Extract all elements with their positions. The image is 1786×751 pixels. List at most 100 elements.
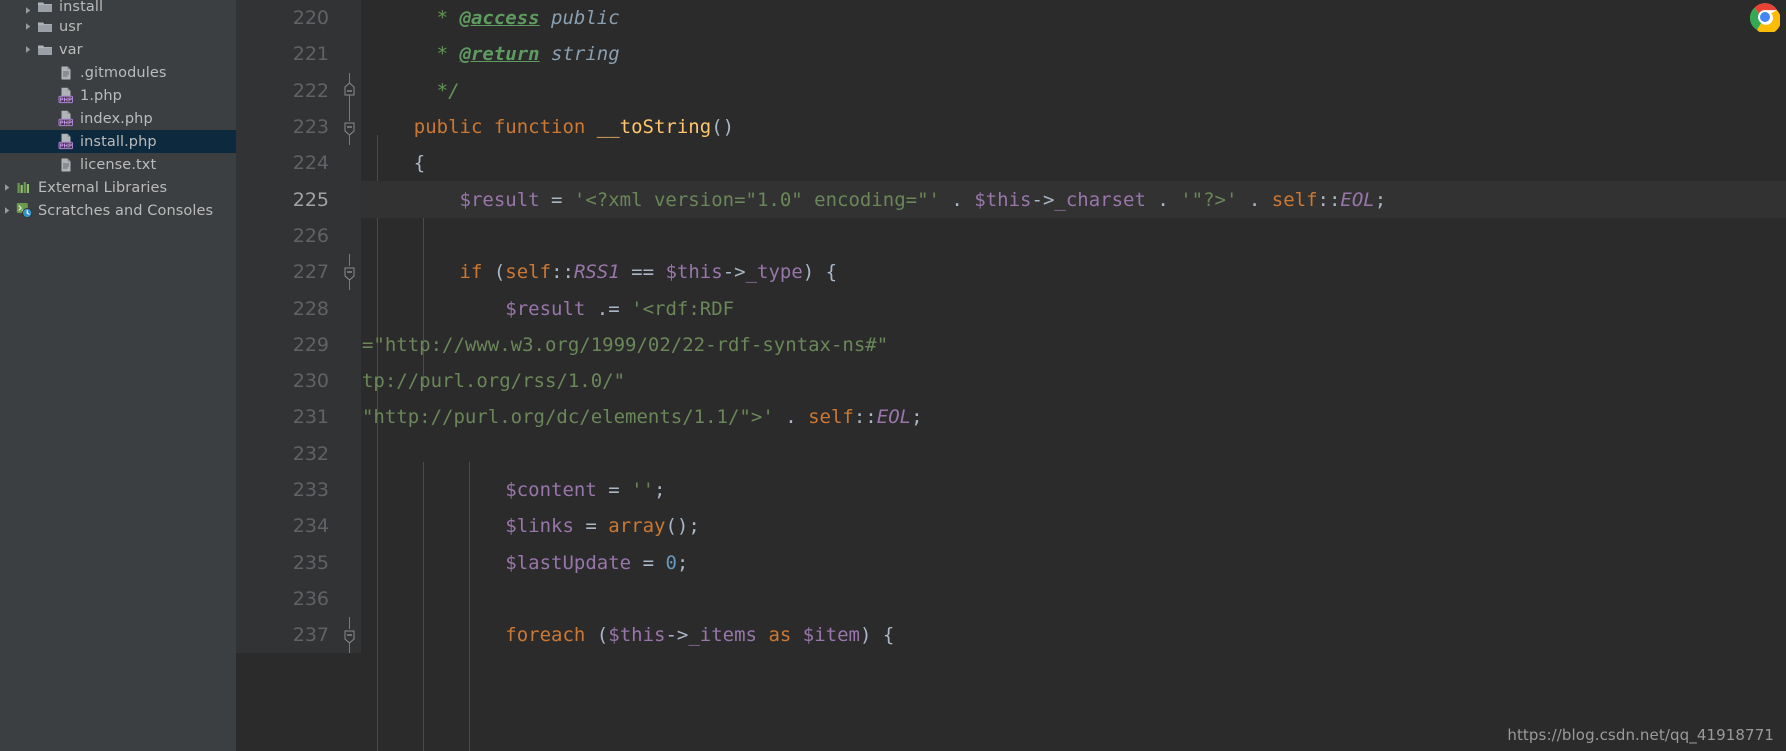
- code-token: */: [368, 79, 460, 102]
- code-token: ::: [1317, 188, 1341, 211]
- code-text: xmlns:dc="http://purl.org/dc/elements/1.…: [259, 406, 1786, 428]
- line-number: 232: [236, 435, 339, 472]
- code-line-237[interactable]: 237 foreach ($this->_items as $item) {: [236, 617, 1786, 654]
- code-line-229[interactable]: 229 xmlns:rdf="http://www.w3.org/1999/02/…: [236, 326, 1786, 363]
- line-number: 237: [236, 617, 339, 654]
- tree-item-scratches-and-consoles[interactable]: Scratches and Consoles: [0, 199, 236, 222]
- code-token: ::: [853, 406, 877, 429]
- fold-column: [339, 471, 361, 509]
- code-text: xmlns="http://purl.org/rss/1.0/": [259, 370, 1786, 392]
- tree-item-gitmodules[interactable]: .gitmodules: [0, 61, 236, 84]
- tree-item-usr[interactable]: usr: [0, 15, 236, 38]
- tree-item-external-libraries[interactable]: External Libraries: [0, 176, 236, 199]
- code-fold-marker-icon[interactable]: [339, 72, 361, 109]
- php-file-icon: PHP: [56, 133, 76, 150]
- code-line-222[interactable]: 222 */: [236, 72, 1786, 109]
- fold-column: [339, 217, 361, 255]
- fold-column: [339, 399, 361, 436]
- code-fold-marker-icon[interactable]: [339, 617, 361, 654]
- tree-item-install[interactable]: install: [0, 0, 236, 15]
- tree-item-index-php[interactable]: PHP index.php: [0, 107, 236, 130]
- tree-item-install-php[interactable]: PHP install.php: [0, 130, 236, 153]
- code-line-224[interactable]: 224 {: [236, 145, 1786, 182]
- code-token: $content: [505, 479, 597, 501]
- fold-column: [339, 544, 361, 581]
- fold-column: [339, 580, 361, 618]
- code-token: (: [585, 624, 609, 647]
- code-line-225[interactable]: 225 $result = '<?xml version="1.0" encod…: [236, 181, 1786, 218]
- tree-item-label: install: [59, 0, 104, 15]
- chrome-browser-icon[interactable]: [1750, 2, 1780, 32]
- code-token: $links: [505, 515, 574, 538]
- code-token: @return: [459, 43, 540, 66]
- tree-item-label: install.php: [80, 133, 157, 150]
- tree-item-label: External Libraries: [38, 179, 168, 196]
- tree-item-label: index.php: [80, 110, 153, 127]
- code-token: ::: [551, 261, 574, 284]
- project-tree[interactable]: install usr var .gitmodules PHP 1.php PHP index…: [0, 0, 236, 222]
- line-number: 228: [236, 290, 339, 327]
- tree-item-license-txt[interactable]: license.txt: [0, 153, 236, 176]
- fold-column: [339, 508, 361, 545]
- code-token: @access: [459, 7, 540, 30]
- code-line-235[interactable]: 235 $lastUpdate = 0;: [236, 544, 1786, 581]
- code-line-232[interactable]: 232: [236, 435, 1786, 472]
- code-token: if: [459, 261, 483, 284]
- code-token: ==: [619, 261, 666, 284]
- code-token: {: [368, 152, 426, 175]
- code-line-236[interactable]: 236: [236, 580, 1786, 618]
- code-text: * @access public: [361, 7, 1786, 29]
- code-line-231[interactable]: 231 xmlns:dc="http://purl.org/dc/elements…: [236, 399, 1786, 436]
- chevron-right-icon[interactable]: [0, 206, 14, 215]
- code-line-228[interactable]: 228 $result .= '<rdf:RDF: [236, 290, 1786, 327]
- code-line-230[interactable]: 230 xmlns="http://purl.org/rss/1.0/": [236, 362, 1786, 400]
- code-token: array: [608, 515, 666, 538]
- code-token: $this: [974, 188, 1032, 211]
- code-token: self: [505, 261, 552, 284]
- code-token: .=: [585, 297, 632, 320]
- code-token: public: [551, 7, 620, 30]
- code-fold-marker-icon[interactable]: [339, 108, 361, 146]
- fold-column: [339, 145, 361, 182]
- libraries-icon: [14, 180, 34, 196]
- code-line-221[interactable]: 221 * @return string: [236, 36, 1786, 73]
- code-line-226[interactable]: 226: [236, 217, 1786, 255]
- code-token: '<rdf:RDF: [631, 297, 735, 320]
- code-token: EOL: [876, 406, 912, 429]
- code-token: =: [596, 479, 632, 501]
- chevron-right-icon[interactable]: [0, 183, 14, 192]
- code-token: (): [711, 116, 735, 139]
- ide-window: install usr var .gitmodules PHP 1.php PHP index…: [0, 0, 1786, 751]
- chevron-right-icon[interactable]: [21, 22, 35, 31]
- chevron-right-icon[interactable]: [21, 6, 35, 15]
- code-line-223[interactable]: 223 public function __toString(): [236, 108, 1786, 146]
- code-text: $lastUpdate = 0;: [361, 552, 1786, 574]
- tree-item-var[interactable]: var: [0, 38, 236, 61]
- chevron-right-icon[interactable]: [21, 45, 35, 54]
- code-line-227[interactable]: 227 if (self::RSS1 == $this->_type) {: [236, 254, 1786, 291]
- code-token: '<?xml version="1.0" encoding="': [573, 188, 940, 211]
- tree-item-1-php[interactable]: PHP 1.php: [0, 84, 236, 107]
- code-line-234[interactable]: 234 $links = array();: [236, 508, 1786, 545]
- code-token: ) {: [802, 261, 838, 284]
- code-fold-marker-icon[interactable]: [339, 254, 361, 291]
- line-number: 227: [236, 254, 339, 291]
- project-sidebar: install usr var .gitmodules PHP 1.php PHP index…: [0, 0, 236, 751]
- code-token: $result: [459, 188, 540, 211]
- code-line-220[interactable]: 220 * @access public: [236, 0, 1786, 37]
- code-token: $lastUpdate: [505, 551, 632, 574]
- code-editor[interactable]: 220 * @access public 221 * @return string…: [236, 0, 1786, 751]
- line-number: 221: [236, 36, 339, 73]
- code-token: RSS1: [573, 261, 620, 284]
- folder-icon: [35, 19, 55, 35]
- code-line-233[interactable]: 233 $content = '';: [236, 471, 1786, 509]
- code-token: string: [551, 43, 620, 66]
